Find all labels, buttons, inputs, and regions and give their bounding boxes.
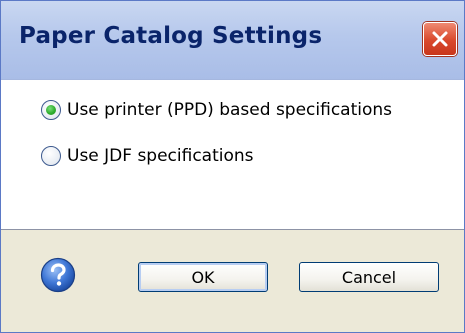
close-x-icon xyxy=(432,31,448,47)
option-ppd-label: Use printer (PPD) based specifications xyxy=(67,100,393,120)
close-button[interactable] xyxy=(423,22,457,56)
dialog-window: Paper Catalog Settings Use printer (PPD)… xyxy=(0,0,465,333)
option-jdf-specifications[interactable]: Use JDF specifications xyxy=(41,143,254,169)
options-panel: Use printer (PPD) based specifications U… xyxy=(1,80,464,229)
ok-button[interactable]: OK xyxy=(138,262,268,292)
option-jdf-label: Use JDF specifications xyxy=(67,146,254,166)
radio-selected-dot xyxy=(46,105,56,115)
title-bar[interactable]: Paper Catalog Settings xyxy=(1,1,464,80)
help-question-icon[interactable] xyxy=(40,257,76,293)
dialog-title: Paper Catalog Settings xyxy=(19,23,323,49)
option-ppd-specifications[interactable]: Use printer (PPD) based specifications xyxy=(41,97,392,123)
cancel-button[interactable]: Cancel xyxy=(299,262,439,292)
dialog-footer: OK Cancel xyxy=(1,230,464,332)
radio-jdf[interactable] xyxy=(41,146,61,166)
radio-ppd[interactable] xyxy=(41,100,61,120)
